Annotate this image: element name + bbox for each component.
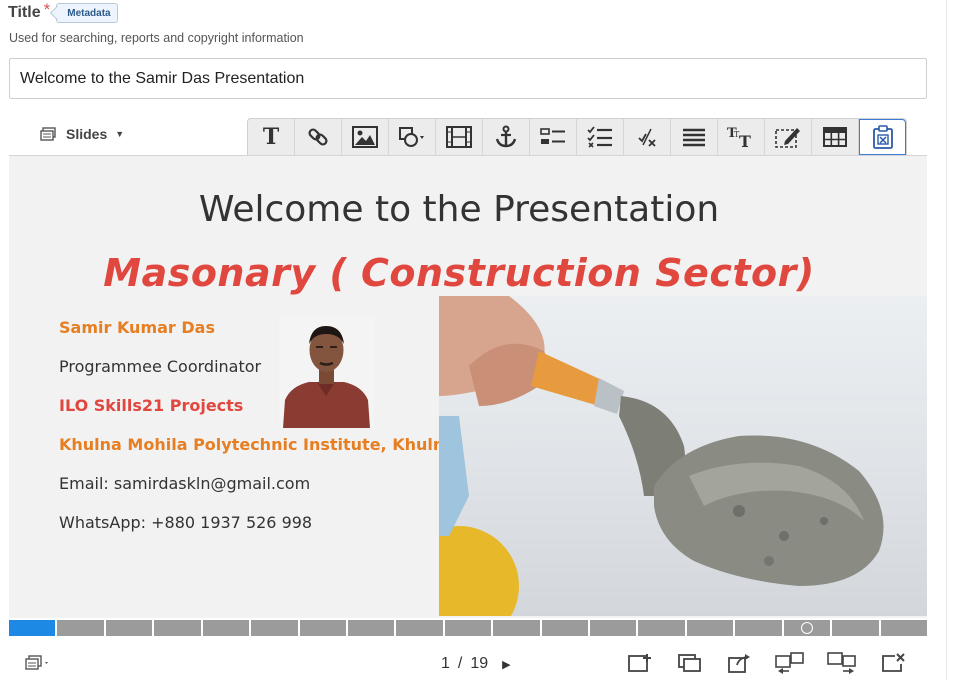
slide-segment-10[interactable] [444, 620, 492, 636]
title-field-header: Title * Metadata [8, 0, 118, 26]
slide-segment-8[interactable] [347, 620, 395, 636]
multiple-choice-button[interactable] [577, 119, 624, 155]
slides-menu-button[interactable]: Slides ▼ [40, 124, 124, 144]
editor-toolbar: T TTT [247, 118, 907, 155]
slides-icon [40, 127, 56, 141]
slide-segment-17[interactable] [783, 620, 831, 636]
move-slide-left-button[interactable] [775, 652, 805, 674]
circle-icon [800, 622, 813, 634]
paste-button[interactable] [859, 119, 906, 155]
annotation-button[interactable] [765, 119, 812, 155]
insert-text-button[interactable]: T [248, 119, 295, 155]
page-scrollbar[interactable] [946, 0, 947, 680]
metadata-button[interactable]: Metadata [56, 3, 118, 23]
page-separator: / [457, 655, 463, 672]
slide-segment-9[interactable] [396, 620, 443, 636]
email-text: Email: samirdaskln@gmail.com [59, 474, 311, 493]
table-icon [823, 127, 847, 147]
fill-blanks-icon [638, 128, 656, 147]
title-label: Title [8, 4, 41, 21]
insert-shape-button[interactable] [389, 119, 436, 155]
insert-image-button[interactable] [342, 119, 389, 155]
delete-slide-button[interactable] [881, 652, 907, 674]
single-choice-icon [540, 128, 565, 144]
presenter-photo[interactable] [279, 316, 374, 428]
insert-video-button[interactable] [436, 119, 483, 155]
required-mark: * [43, 0, 51, 19]
slide-segment-5[interactable] [202, 620, 250, 636]
page-indicator: 1 / 19 ▶ [441, 655, 511, 673]
whatsapp-text: WhatsApp: +880 1937 526 998 [59, 513, 313, 532]
slide-segment-7[interactable] [299, 620, 346, 636]
share-slide-button[interactable] [727, 652, 753, 674]
slide-segment-14[interactable] [638, 620, 685, 636]
presenter-role: Programmee Coordinator [59, 357, 262, 376]
slide-navigation-bar: 1 / 19 ▶ [9, 640, 927, 680]
slide-segment-12[interactable] [541, 620, 589, 636]
slides-menu-label: Slides [66, 126, 108, 142]
slide-title: Welcome to the Presentation [198, 189, 720, 230]
title-hint: Used for searching, reports and copyrigh… [9, 31, 304, 45]
text-style-icon: TT T [727, 126, 751, 149]
list-icon [683, 128, 705, 147]
slide-segment-16[interactable] [735, 620, 782, 636]
anchor-icon [495, 125, 517, 148]
move-slide-right-button[interactable] [827, 652, 857, 674]
shapes-icon [399, 127, 424, 147]
presenter-name: Samir Kumar Das [59, 318, 215, 337]
chevron-down-icon: ▼ [115, 129, 125, 139]
project-name: ILO Skills21 Projects [59, 396, 244, 415]
clipboard-icon [872, 125, 893, 149]
clone-slide-button[interactable] [677, 652, 703, 674]
film-icon [446, 126, 472, 148]
svg-text:T: T [739, 132, 751, 149]
text-icon: T [262, 124, 280, 150]
edit-box-icon [775, 128, 800, 148]
masonry-image[interactable] [439, 296, 927, 616]
fill-blanks-button[interactable] [624, 119, 671, 155]
insert-table-button[interactable] [812, 119, 859, 155]
insert-anchor-button[interactable] [483, 119, 530, 155]
slide-segment-3[interactable] [105, 620, 153, 636]
add-slide-button[interactable] [627, 652, 653, 674]
single-choice-button[interactable] [530, 119, 577, 155]
slide-segment-18[interactable] [832, 620, 879, 636]
list-button[interactable] [671, 119, 718, 155]
slide-segment-6[interactable] [251, 620, 298, 636]
slide-progress-bar [9, 620, 928, 636]
slide-segment-2[interactable] [57, 620, 104, 636]
slide-segment-13[interactable] [590, 620, 637, 636]
image-icon [352, 126, 378, 148]
slide-segment-1[interactable] [9, 620, 56, 636]
text-style-button[interactable]: TTT [718, 119, 765, 155]
slide-segment-15[interactable] [686, 620, 734, 636]
checklist-icon [587, 126, 612, 148]
institute-name: Khulna Mohila Polytechnic Institute, Khu… [59, 435, 456, 454]
slide-segment-19[interactable] [880, 620, 928, 636]
slide-subtitle: Masonary ( Construction Sector) [103, 251, 815, 295]
slide-overview-button[interactable] [25, 652, 55, 674]
total-pages: 19 [470, 655, 489, 672]
next-slide-icon[interactable]: ▶ [502, 658, 510, 671]
link-icon [308, 128, 328, 146]
title-input[interactable] [9, 58, 927, 99]
insert-link-button[interactable] [295, 119, 342, 155]
current-page: 1 [441, 655, 450, 672]
slide-canvas[interactable]: Welcome to the Presentation Masonary ( C… [9, 155, 927, 618]
slide-segment-11[interactable] [493, 620, 540, 636]
slide-segment-4[interactable] [154, 620, 201, 636]
